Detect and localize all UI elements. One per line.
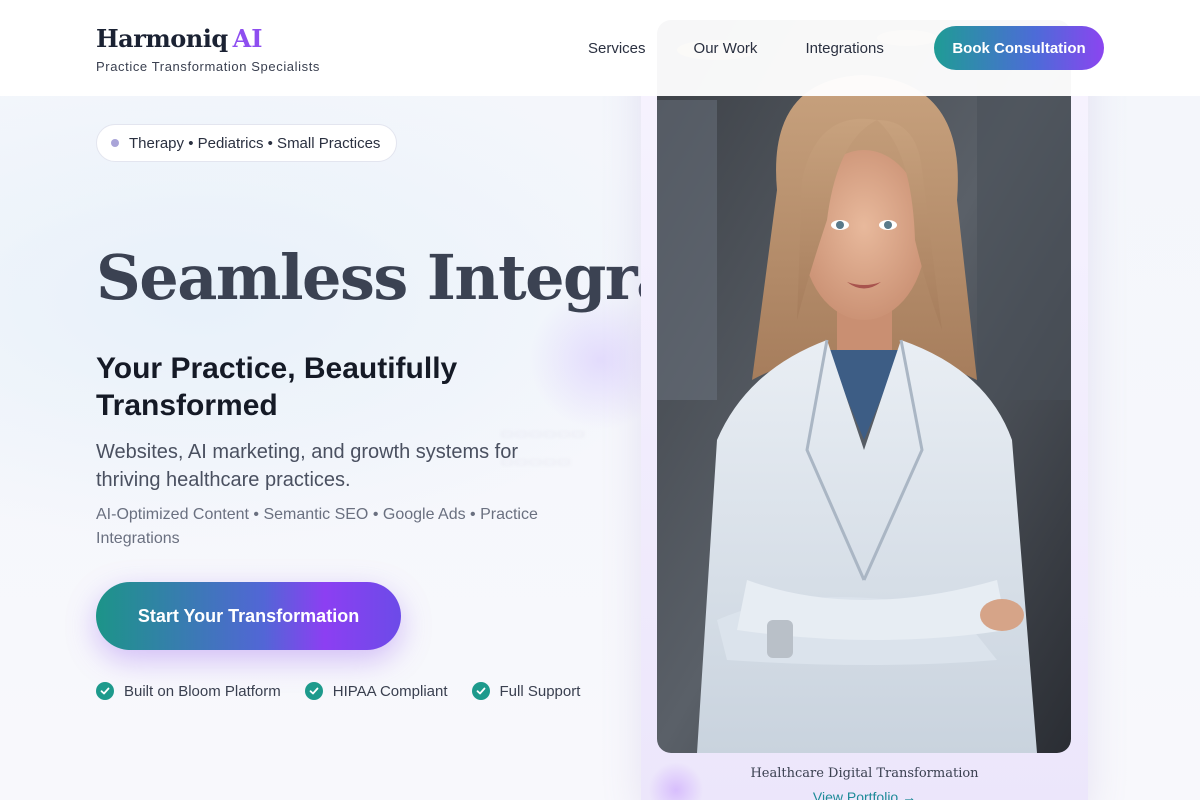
badge-hipaa: HIPAA Compliant bbox=[304, 682, 448, 700]
specialty-pill-label: Therapy • Pediatrics • Small Practices bbox=[129, 134, 381, 152]
pill-dot-icon bbox=[111, 139, 119, 147]
portfolio-card: Healthcare Digital Transformation View P… bbox=[641, 0, 1088, 800]
check-icon bbox=[471, 682, 490, 700]
badge-hipaa-label: HIPAA Compliant bbox=[332, 682, 448, 700]
card-caption: Healthcare Digital Transformation bbox=[750, 766, 979, 781]
brand-ai-mark: AI bbox=[232, 24, 263, 53]
badge-support: Full Support bbox=[471, 682, 581, 700]
doctor-photo bbox=[657, 20, 1071, 753]
main-nav: Services Our Work Integrations bbox=[588, 40, 884, 57]
brand-logo[interactable]: Harmoniq AI Practice Transformation Speci… bbox=[96, 24, 320, 74]
hero-subhead: Your Practice, Beautifully Transformed bbox=[96, 352, 458, 422]
badge-support-label: Full Support bbox=[499, 682, 581, 700]
hero-headline: Seamless Integrations bbox=[96, 241, 644, 314]
brand-tagline: Practice Transformation Specialists bbox=[96, 59, 321, 74]
trust-badges: Built on Bloom Platform HIPAA Compliant … bbox=[96, 682, 580, 700]
nav-our-work[interactable]: Our Work bbox=[694, 40, 758, 57]
book-consultation-button[interactable]: Book Consultation bbox=[934, 26, 1104, 70]
nav-services[interactable]: Services bbox=[588, 40, 646, 57]
nav-integrations[interactable]: Integrations bbox=[805, 40, 883, 57]
check-icon bbox=[304, 682, 323, 700]
view-portfolio-link[interactable]: View Portfolio → bbox=[641, 789, 1088, 800]
hero-feature-list: AI-Optimized Content • Semantic SEO • Go… bbox=[96, 506, 538, 547]
hero-description: Websites, AI marketing, and growth syste… bbox=[96, 441, 519, 491]
brand-name: Harmoniq bbox=[96, 24, 228, 53]
badge-bloom: Built on Bloom Platform bbox=[96, 682, 281, 700]
check-icon bbox=[96, 682, 114, 700]
specialty-pill: Therapy • Pediatrics • Small Practices bbox=[96, 124, 398, 162]
site-header: Harmoniq AI Practice Transformation Speci… bbox=[0, 0, 1200, 96]
background-ghost-card: ▭▭▭▭▭▭ ▭▭▭▭▭ bbox=[500, 425, 586, 470]
badge-bloom-label: Built on Bloom Platform bbox=[124, 682, 281, 700]
start-transformation-button[interactable]: Start Your Transformation bbox=[96, 582, 401, 650]
